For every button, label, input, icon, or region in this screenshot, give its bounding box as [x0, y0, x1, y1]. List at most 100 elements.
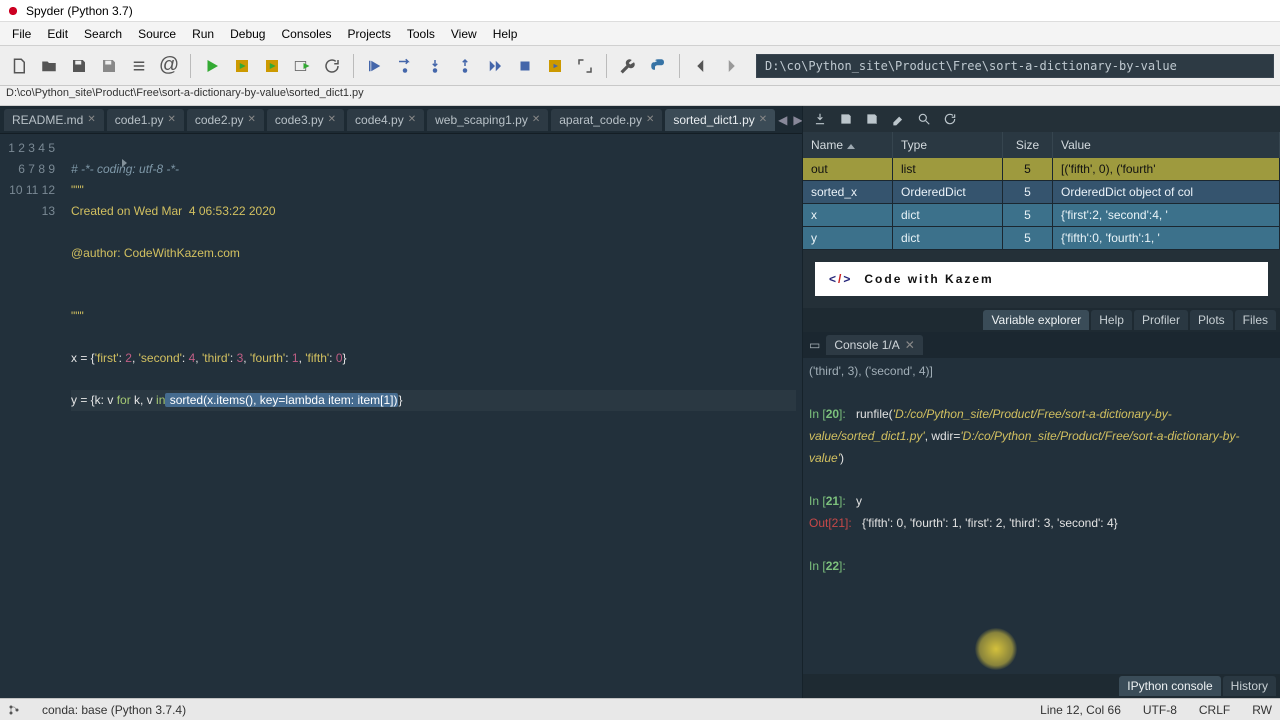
search-var-icon[interactable]: [917, 112, 931, 126]
varexp-header: Name Type Size Value: [803, 132, 1280, 158]
working-dir-input[interactable]: [756, 54, 1274, 78]
menu-search[interactable]: Search: [76, 24, 130, 44]
tab-sorteddict[interactable]: sorted_dict1.py✕: [665, 109, 775, 131]
window-title: Spyder (Python 3.7): [26, 4, 133, 18]
var-row[interactable]: sorted_xOrderedDict5OrderedDict object o…: [803, 181, 1280, 204]
run-cell-icon[interactable]: [229, 53, 255, 79]
list-icon[interactable]: [126, 53, 152, 79]
tab-ipython[interactable]: IPython console: [1119, 676, 1220, 696]
panetab-varexp[interactable]: Variable explorer: [983, 310, 1089, 330]
col-size[interactable]: Size: [1003, 132, 1053, 158]
menu-help[interactable]: Help: [485, 24, 526, 44]
menu-tools[interactable]: Tools: [399, 24, 443, 44]
col-type[interactable]: Type: [893, 132, 1003, 158]
cursor-highlight: [975, 628, 1017, 670]
menu-run[interactable]: Run: [184, 24, 222, 44]
toolbar-sep4: [679, 54, 680, 78]
toolbar-sep3: [606, 54, 607, 78]
status-encoding[interactable]: UTF-8: [1143, 703, 1177, 717]
tab-code2[interactable]: code2.py✕: [187, 109, 264, 131]
var-row[interactable]: outlist5[('fifth', 0), ('fourth': [803, 158, 1280, 181]
tab-readme[interactable]: README.md✕: [4, 109, 104, 131]
col-name[interactable]: Name: [803, 132, 893, 158]
file-path-bar: D:\co\Python_site\Product\Free\sort-a-di…: [0, 86, 1280, 106]
close-icon[interactable]: ✕: [646, 114, 654, 125]
tab-webscaping[interactable]: web_scaping1.py✕: [427, 109, 548, 131]
debug-cell-icon[interactable]: [542, 53, 568, 79]
sort-asc-icon: [847, 144, 855, 149]
save-data-icon[interactable]: [839, 112, 853, 126]
menu-file[interactable]: File: [4, 24, 39, 44]
console-menu-icon[interactable]: ▭: [809, 338, 820, 352]
import-icon[interactable]: [813, 112, 827, 126]
tab-prev-icon[interactable]: ◀: [778, 113, 787, 127]
maximize-icon[interactable]: [572, 53, 598, 79]
tab-code3[interactable]: code3.py✕: [267, 109, 344, 131]
right-pane-tabs: Variable explorer Help Profiler Plots Fi…: [803, 308, 1280, 332]
menu-consoles[interactable]: Consoles: [273, 24, 339, 44]
close-icon[interactable]: ✕: [248, 114, 256, 125]
menu-view[interactable]: View: [443, 24, 485, 44]
var-row[interactable]: xdict5{'first':2, 'second':4, ': [803, 204, 1280, 227]
save-as-icon[interactable]: [865, 112, 879, 126]
run-icon[interactable]: [199, 53, 225, 79]
close-icon[interactable]: ✕: [532, 114, 540, 125]
code-l3: Created on Wed Mar 4 06:53:22 2020: [71, 204, 276, 218]
debug-stepinto-icon[interactable]: [422, 53, 448, 79]
panetab-help[interactable]: Help: [1091, 310, 1132, 330]
debug-play-icon[interactable]: [362, 53, 388, 79]
close-icon[interactable]: ✕: [905, 338, 915, 352]
run-selection-icon[interactable]: [289, 53, 315, 79]
close-icon[interactable]: ✕: [328, 114, 336, 125]
python-path-icon[interactable]: [645, 53, 671, 79]
tab-code1[interactable]: code1.py✕: [107, 109, 184, 131]
menu-projects[interactable]: Projects: [340, 24, 399, 44]
tab-aparat[interactable]: aparat_code.py✕: [551, 109, 662, 131]
line-gutter: 1 2 3 4 5 6 7 8 9 10 11 12 13: [0, 134, 65, 698]
console-tab[interactable]: Console 1/A✕: [826, 335, 922, 355]
close-icon[interactable]: ✕: [408, 114, 416, 125]
erase-icon[interactable]: [891, 112, 905, 126]
var-row[interactable]: ydict5{'fifth':0, 'fourth':1, ': [803, 227, 1280, 250]
close-icon[interactable]: ✕: [87, 114, 95, 125]
console-output[interactable]: ('third', 3), ('second', 4)] In [20]: ru…: [803, 358, 1280, 674]
console-pane: ▭ Console 1/A✕ ('third', 3), ('second', …: [803, 332, 1280, 698]
tab-code4[interactable]: code4.py✕: [347, 109, 424, 131]
col-value[interactable]: Value: [1053, 132, 1280, 158]
menu-debug[interactable]: Debug: [222, 24, 273, 44]
debug-stepout-icon[interactable]: [452, 53, 478, 79]
run-cell-advance-icon[interactable]: [259, 53, 285, 79]
status-rw[interactable]: RW: [1252, 703, 1272, 717]
debug-step-icon[interactable]: [392, 53, 418, 79]
code-editor[interactable]: 1 2 3 4 5 6 7 8 9 10 11 12 13 # -*- codi…: [0, 134, 802, 698]
menu-edit[interactable]: Edit: [39, 24, 76, 44]
close-icon[interactable]: ✕: [759, 114, 767, 125]
varexp-toolbar: [803, 106, 1280, 132]
tab-history[interactable]: History: [1223, 676, 1276, 696]
status-git[interactable]: [8, 704, 20, 716]
save-icon[interactable]: [66, 53, 92, 79]
back-icon[interactable]: [688, 53, 714, 79]
console-tabbar: ▭ Console 1/A✕: [803, 332, 1280, 358]
forward-icon[interactable]: [718, 53, 744, 79]
close-icon[interactable]: ✕: [167, 114, 175, 125]
status-linecol[interactable]: Line 12, Col 66: [1040, 703, 1121, 717]
panetab-files[interactable]: Files: [1235, 310, 1276, 330]
open-file-icon[interactable]: [36, 53, 62, 79]
at-icon[interactable]: @: [156, 53, 182, 79]
new-file-icon[interactable]: [6, 53, 32, 79]
restart-icon[interactable]: [319, 53, 345, 79]
status-eol[interactable]: CRLF: [1199, 703, 1230, 717]
panetab-profiler[interactable]: Profiler: [1134, 310, 1188, 330]
panetab-plots[interactable]: Plots: [1190, 310, 1233, 330]
wrench-icon[interactable]: [615, 53, 641, 79]
status-bar: conda: base (Python 3.7.4) Line 12, Col …: [0, 698, 1280, 720]
refresh-icon[interactable]: [943, 112, 957, 126]
debug-stop-icon[interactable]: [512, 53, 538, 79]
code-l2: """: [71, 183, 84, 197]
code-area[interactable]: # -*- coding: utf-8 -*-"""Created on Wed…: [65, 134, 802, 698]
menu-source[interactable]: Source: [130, 24, 184, 44]
debug-continue-icon[interactable]: [482, 53, 508, 79]
status-conda[interactable]: conda: base (Python 3.7.4): [42, 703, 186, 717]
save-all-icon[interactable]: [96, 53, 122, 79]
